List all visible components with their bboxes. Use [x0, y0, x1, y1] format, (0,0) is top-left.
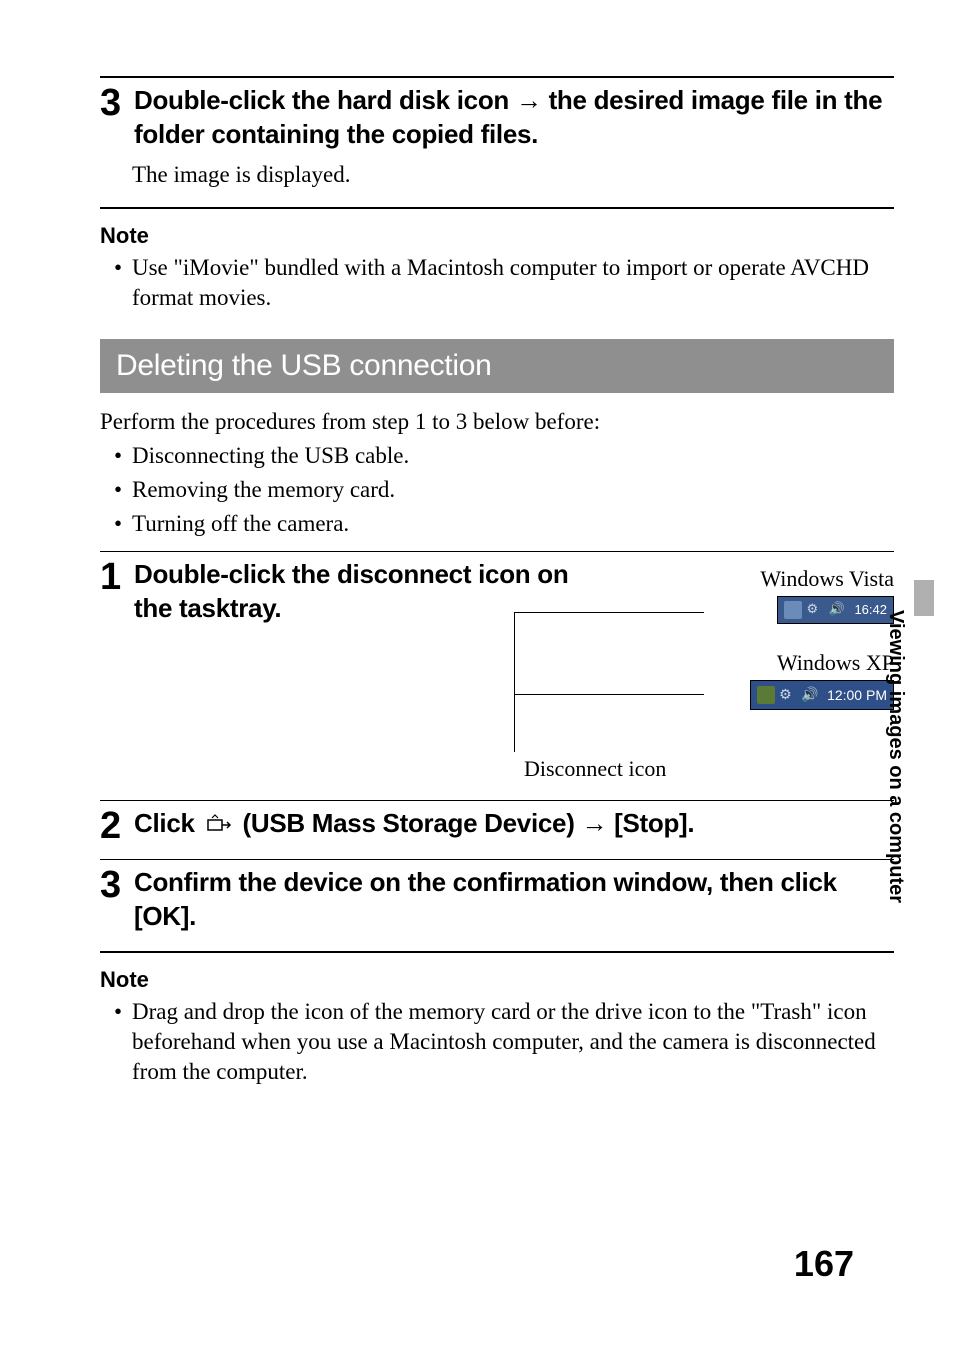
leader-line	[514, 612, 515, 752]
text: Click	[134, 808, 202, 838]
step-instruction: Confirm the device on the confirmation w…	[134, 866, 894, 934]
usb-disconnect-icon	[757, 686, 775, 704]
usb-eject-icon	[206, 811, 232, 845]
text: Disconnecting the USB cable.	[132, 441, 409, 471]
side-tab: Viewing images on a computer	[884, 610, 914, 980]
text: Turning off the camera.	[132, 509, 349, 539]
note-text: Use "iMovie" bundled with a Macintosh co…	[132, 253, 894, 313]
step-body: The image is displayed.	[132, 160, 894, 190]
step-number: 1	[100, 558, 126, 596]
vista-time: 16:42	[854, 602, 887, 617]
xp-taskbar: ⚙ 🔊 12:00 PM	[750, 680, 894, 710]
step-instruction: Double-click the hard disk icon → the de…	[134, 84, 894, 152]
xp-label: Windows XP	[594, 650, 894, 676]
bullet-dot-icon: •	[114, 441, 124, 471]
bullet-dot-icon: •	[114, 475, 124, 505]
step-instruction: Double-click the disconnect icon on the …	[134, 558, 574, 626]
note-bullet: • Drag and drop the icon of the memory c…	[114, 997, 894, 1087]
side-tab-label: Viewing images on a computer	[884, 610, 907, 903]
note-bullet: • Use "iMovie" bundled with a Macintosh …	[114, 253, 894, 313]
step-number: 3	[100, 84, 126, 122]
vista-label: Windows Vista	[594, 566, 894, 592]
leader-line	[514, 612, 704, 613]
tray-icon: 🔊	[801, 686, 819, 704]
step-number: 2	[100, 807, 126, 845]
bullet-dot-icon: •	[114, 253, 124, 313]
step-1: 1 Double-click the disconnect icon on th…	[100, 558, 894, 796]
intro-bullet-3: • Turning off the camera.	[114, 509, 894, 539]
note-text: Drag and drop the icon of the memory car…	[132, 997, 894, 1087]
bullet-dot-icon: •	[114, 509, 124, 539]
arrow-right-icon: →	[516, 85, 542, 115]
step-3-top: 3 Double-click the hard disk icon → the …	[100, 84, 894, 152]
intro-bullet-2: • Removing the memory card.	[114, 475, 894, 505]
thumb-index-mark	[914, 580, 934, 616]
intro-text: Perform the procedures from step 1 to 3 …	[100, 407, 894, 437]
tray-icon: ⚙	[806, 601, 824, 619]
section-heading: Deleting the USB connection	[100, 339, 894, 393]
usb-disconnect-icon	[784, 601, 802, 619]
step-number: 3	[100, 866, 126, 904]
note-heading: Note	[100, 223, 894, 249]
bullet-dot-icon: •	[114, 997, 124, 1087]
tray-icon: 🔊	[828, 601, 846, 619]
step-2: 2 Click (USB Mass Storage Device) → [Sto…	[100, 807, 894, 845]
leader-line	[514, 694, 704, 695]
step-3: 3 Confirm the device on the confirmation…	[100, 866, 894, 934]
page-number: 167	[794, 1243, 854, 1285]
step-instruction: Click (USB Mass Storage Device) → [Stop]…	[134, 807, 694, 845]
text: (USB Mass Storage Device)	[236, 808, 582, 838]
disconnect-icon-label: Disconnect icon	[524, 756, 666, 782]
tray-icon: ⚙	[779, 686, 797, 704]
note-heading: Note	[100, 967, 894, 993]
text: [Stop].	[607, 808, 694, 838]
xp-time: 12:00 PM	[827, 687, 887, 703]
text: Removing the memory card.	[132, 475, 395, 505]
arrow-right-icon: →	[582, 808, 608, 838]
text: Double-click the hard disk icon	[134, 85, 516, 115]
intro-bullet-1: • Disconnecting the USB cable.	[114, 441, 894, 471]
vista-taskbar: ⚙ 🔊 16:42	[777, 596, 894, 624]
taskbar-figure: Windows Vista ⚙ 🔊 16:42 Windows XP	[574, 566, 894, 796]
